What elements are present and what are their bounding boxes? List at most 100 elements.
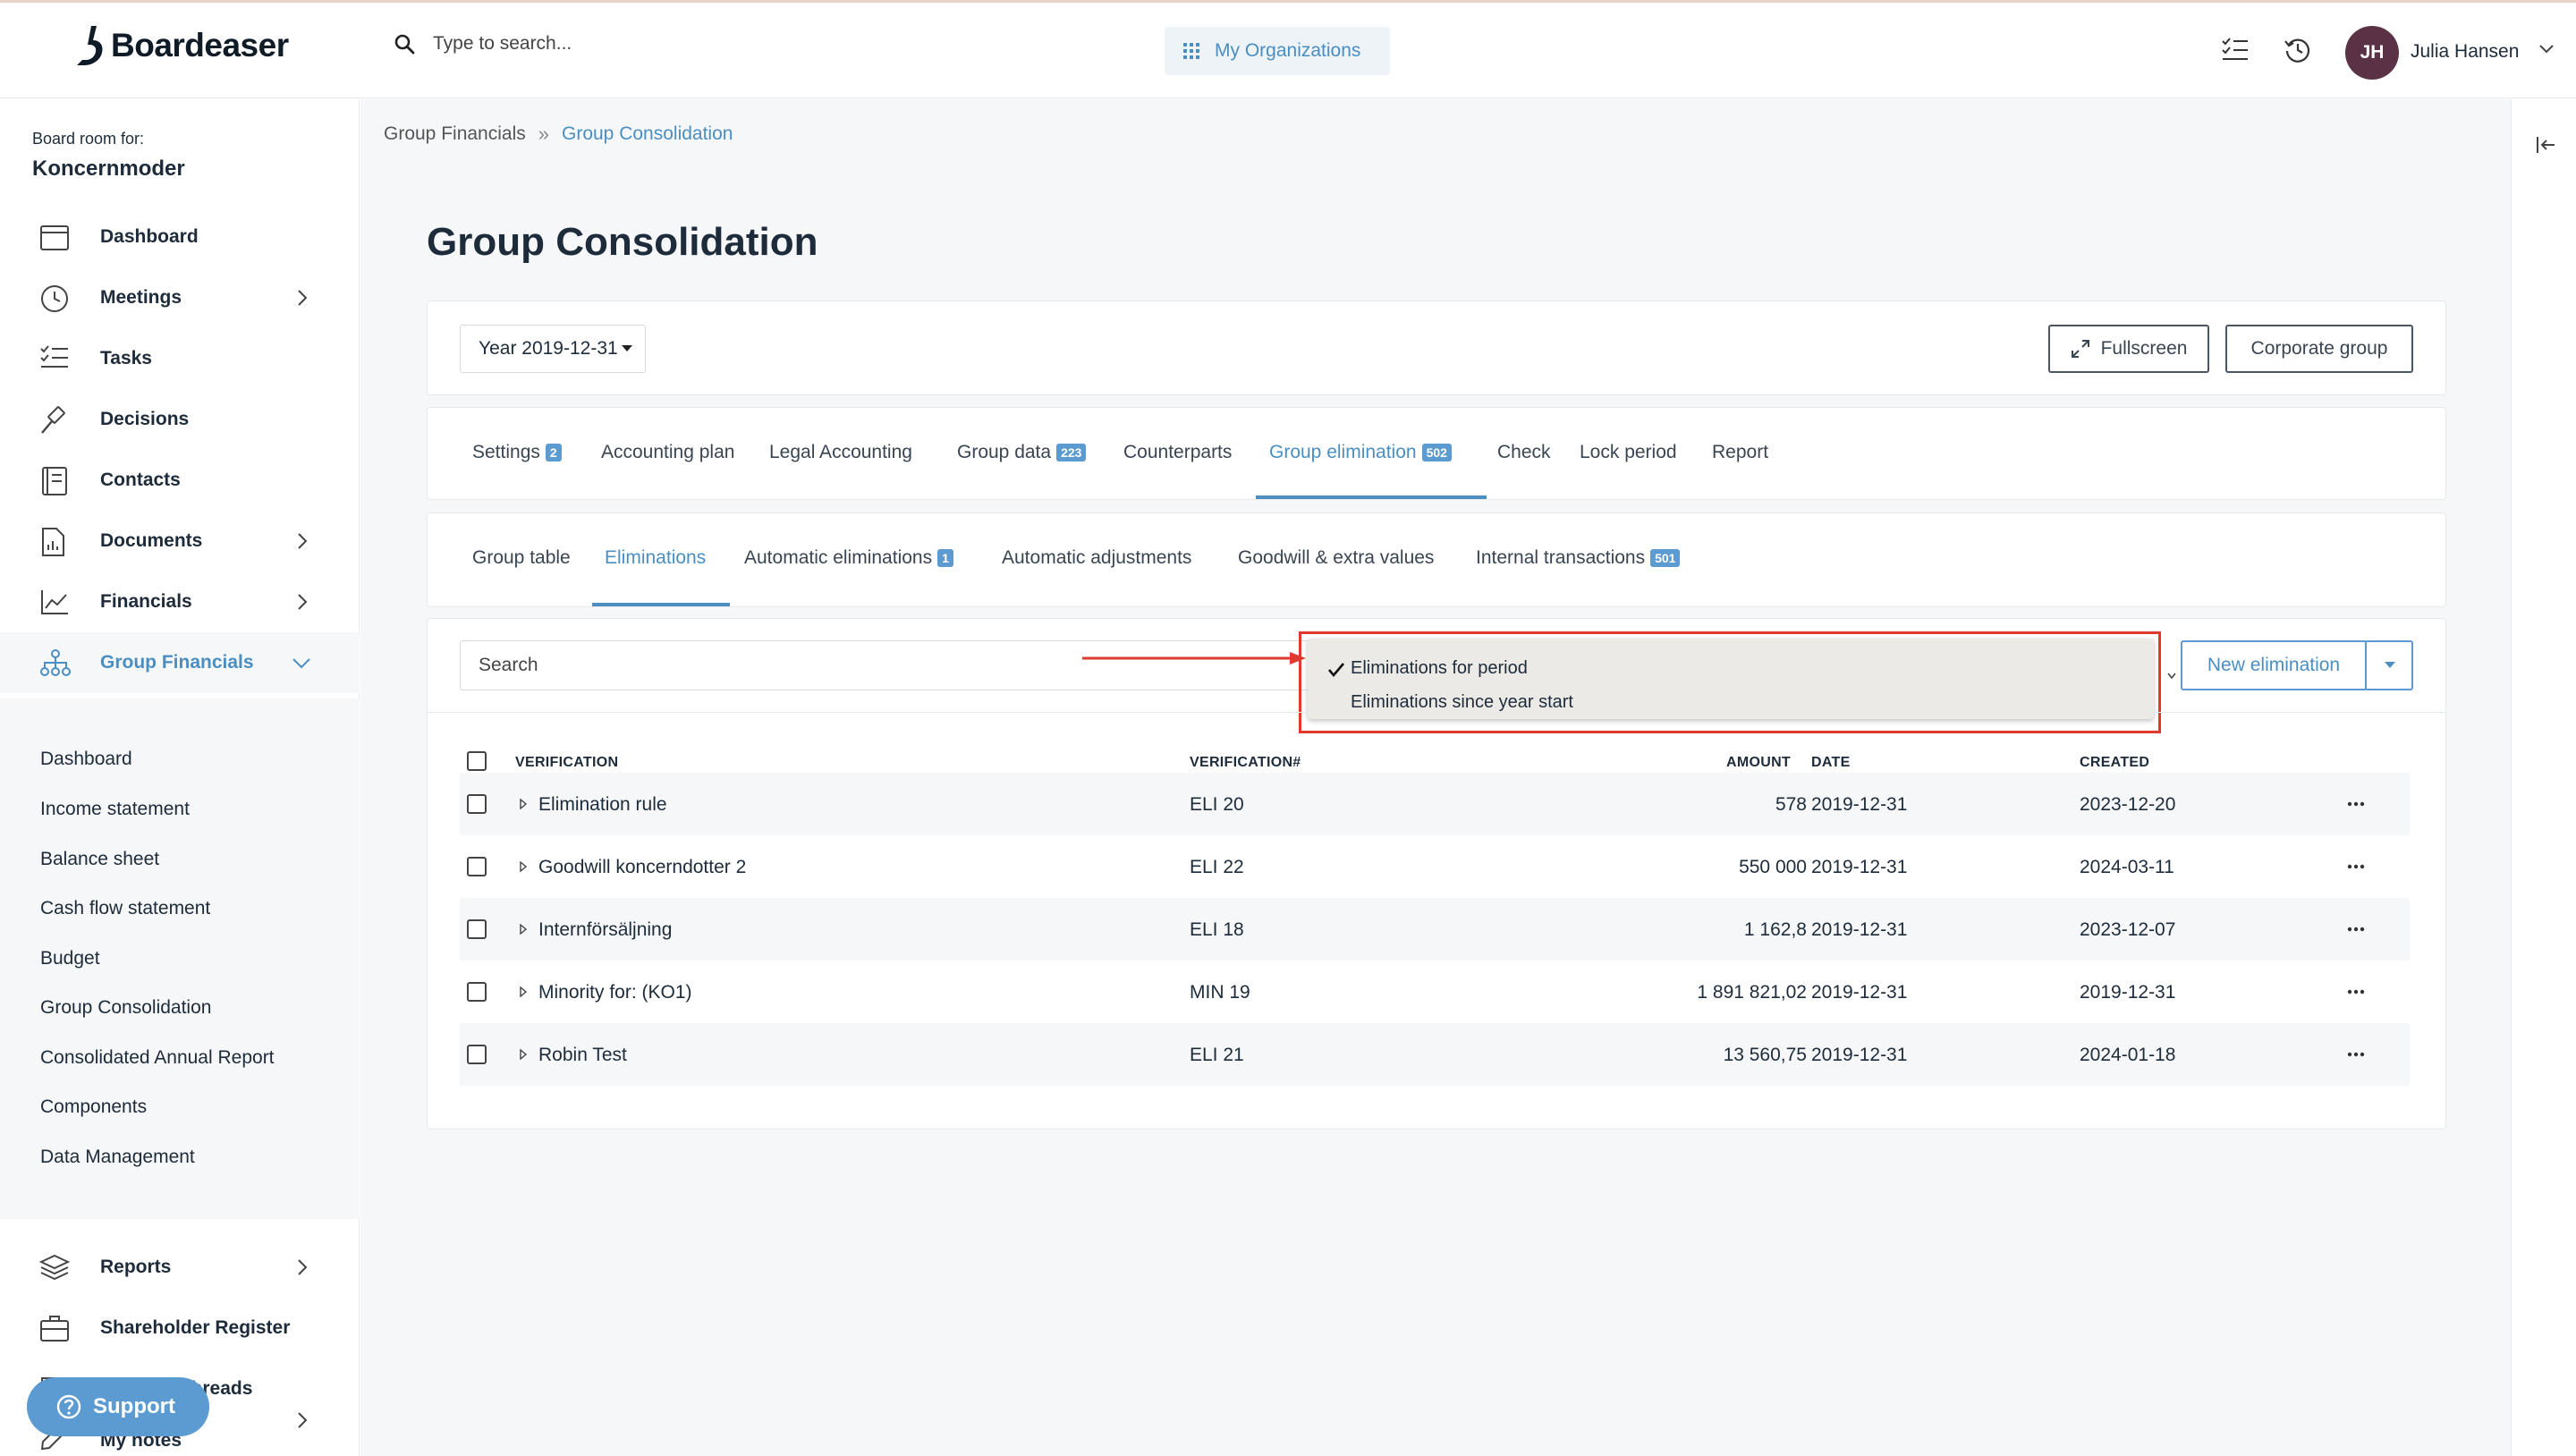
row-checkbox[interactable]	[467, 794, 487, 814]
column-header-created[interactable]: CREATED	[2080, 755, 2149, 771]
more-options-icon[interactable]	[2347, 801, 2365, 807]
sidebar-item-contacts[interactable]: Contacts	[0, 450, 360, 511]
global-search[interactable]	[394, 33, 809, 55]
tab-report[interactable]: Report	[1712, 442, 1768, 463]
tab-automatic-adjustments[interactable]: Automatic adjustments	[1002, 547, 1191, 569]
new-elimination-button[interactable]: New elimination	[2181, 640, 2413, 690]
submenu-item[interactable]: Consolidated Annual Report	[40, 1047, 275, 1069]
tab-group-elimination[interactable]: Group elimination 502	[1269, 442, 1452, 463]
tab-badge: 2	[545, 444, 562, 461]
tab-label: Check	[1497, 442, 1551, 462]
more-options-icon[interactable]	[2347, 927, 2365, 932]
tab-lock-period[interactable]: Lock period	[1580, 442, 1677, 463]
sidebar-item-group-financials[interactable]: Group Financials	[0, 632, 360, 693]
table-row[interactable]: Internförsäljning ELI 18 1 162,8 2019-12…	[460, 898, 2410, 961]
tab-check[interactable]: Check	[1497, 442, 1551, 463]
corporate-group-button[interactable]: Corporate group	[2225, 325, 2413, 373]
column-header-verification-number[interactable]: VERIFICATION#	[1190, 755, 1301, 771]
row-checkbox[interactable]	[467, 1045, 487, 1064]
column-header-date[interactable]: DATE	[1811, 755, 1851, 771]
gavel-icon	[41, 406, 65, 434]
table-row[interactable]: Goodwill koncerndotter 2 ELI 22 550 000 …	[460, 835, 2410, 898]
fullscreen-button[interactable]: Fullscreen	[2048, 325, 2209, 373]
breadcrumb-current[interactable]: Group Consolidation	[562, 123, 733, 145]
expand-row-icon[interactable]	[519, 986, 528, 997]
tab-settings[interactable]: Settings 2	[472, 442, 562, 463]
column-header-verification[interactable]: VERIFICATION	[515, 755, 618, 771]
global-search-input[interactable]	[433, 33, 809, 55]
tab-internal-transactions[interactable]: Internal transactions 501	[1476, 547, 1681, 569]
logo[interactable]: Boardeaser	[73, 24, 289, 67]
sidebar-item-tasks[interactable]: Tasks	[0, 328, 360, 389]
expand-row-icon[interactable]	[519, 924, 528, 935]
tab-group-data[interactable]: Group data 223	[957, 442, 1087, 463]
tab-accounting-plan[interactable]: Accounting plan	[601, 442, 734, 463]
document-icon	[42, 528, 64, 556]
submenu-item[interactable]: Budget	[40, 948, 100, 969]
submenu-item[interactable]: Data Management	[40, 1147, 195, 1168]
caret-down-icon[interactable]	[2385, 662, 2395, 668]
tab-eliminations[interactable]: Eliminations	[605, 547, 706, 569]
tab-legal-accounting[interactable]: Legal Accounting	[769, 442, 912, 463]
table-row[interactable]: Elimination rule ELI 20 578 2019-12-31 2…	[460, 773, 2410, 835]
sidebar-item-documents[interactable]: Documents	[0, 511, 360, 571]
sidebar-item-financials[interactable]: Financials	[0, 571, 360, 632]
new-elimination-label[interactable]: New elimination	[2182, 642, 2365, 689]
submenu-item[interactable]: Balance sheet	[40, 849, 159, 870]
sidebar-item-shareholder-register[interactable]: Shareholder Register	[0, 1298, 360, 1359]
year-select[interactable]: Year 2019-12-31	[460, 325, 646, 373]
task-checklist-icon[interactable]	[2221, 37, 2250, 63]
more-options-icon[interactable]	[2347, 989, 2365, 995]
active-tab-indicator	[592, 603, 730, 606]
board-room-label: Board room for:	[32, 130, 145, 148]
user-name[interactable]: Julia Hansen	[2411, 41, 2519, 63]
submenu-item[interactable]: Cash flow statement	[40, 898, 210, 919]
table-row[interactable]: Minority for: (KO1) MIN 19 1 891 821,02 …	[460, 961, 2410, 1023]
row-checkbox[interactable]	[467, 919, 487, 939]
chevron-down-icon	[292, 658, 310, 669]
active-tab-indicator	[1256, 495, 1487, 499]
row-checkbox[interactable]	[467, 857, 487, 876]
tab-label: Accounting plan	[601, 442, 735, 462]
more-options-icon[interactable]	[2347, 864, 2365, 869]
sidebar-item-meetings[interactable]: Meetings	[0, 267, 360, 328]
tab-counterparts[interactable]: Counterparts	[1123, 442, 1232, 463]
more-options-icon[interactable]	[2347, 1052, 2365, 1057]
sub-tabs-card: Group table Eliminations Automatic elimi…	[427, 512, 2446, 607]
sidebar-item-label: Shareholder Register	[100, 1317, 291, 1338]
tab-group-table[interactable]: Group table	[472, 547, 571, 569]
cell-verification: Goodwill koncerndotter 2	[538, 857, 747, 877]
my-organizations-button[interactable]: My Organizations	[1165, 27, 1390, 75]
table-row[interactable]: Robin Test ELI 21 13 560,75 2019-12-31 2…	[460, 1023, 2410, 1086]
expand-row-icon[interactable]	[519, 1049, 528, 1060]
expand-row-icon[interactable]	[519, 799, 528, 809]
submenu-item[interactable]: Dashboard	[40, 749, 132, 770]
tab-goodwill-extra-values[interactable]: Goodwill & extra values	[1238, 547, 1434, 569]
cell-verification: Minority for: (KO1)	[538, 982, 692, 1003]
chevron-down-icon[interactable]	[2538, 44, 2555, 55]
sidebar-item-label: Contacts	[100, 470, 181, 490]
submenu-item[interactable]: Group Consolidation	[40, 997, 211, 1019]
submenu-item[interactable]: Components	[40, 1096, 147, 1118]
column-header-amount[interactable]: AMOUNT	[1726, 755, 1791, 771]
avatar[interactable]: JH	[2345, 26, 2399, 80]
corporate-group-label: Corporate group	[2250, 338, 2388, 359]
divider	[428, 712, 2445, 713]
sidebar-item-decisions[interactable]: Decisions	[0, 389, 360, 450]
collapse-panel-icon[interactable]	[2535, 135, 2556, 155]
board-room-name[interactable]: Koncernmoder	[32, 157, 185, 182]
submenu-item[interactable]: Income statement	[40, 799, 190, 820]
sidebar-item-dashboard[interactable]: Dashboard	[0, 207, 360, 267]
chevron-right-icon[interactable]	[297, 1411, 308, 1429]
breadcrumb: Group Financials » Group Consolidation	[384, 123, 733, 146]
tab-automatic-eliminations[interactable]: Automatic eliminations 1	[744, 547, 953, 569]
row-checkbox[interactable]	[467, 982, 487, 1002]
chevron-down-icon[interactable]	[2167, 673, 2176, 680]
support-button[interactable]: Support	[27, 1377, 209, 1436]
cell-created: 2019-12-31	[2080, 982, 2176, 1003]
breadcrumb-parent-link[interactable]: Group Financials	[384, 123, 526, 145]
select-all-checkbox[interactable]	[467, 751, 487, 771]
history-icon[interactable]	[2284, 36, 2312, 64]
sidebar-item-reports[interactable]: Reports	[0, 1237, 360, 1298]
expand-row-icon[interactable]	[519, 861, 528, 872]
